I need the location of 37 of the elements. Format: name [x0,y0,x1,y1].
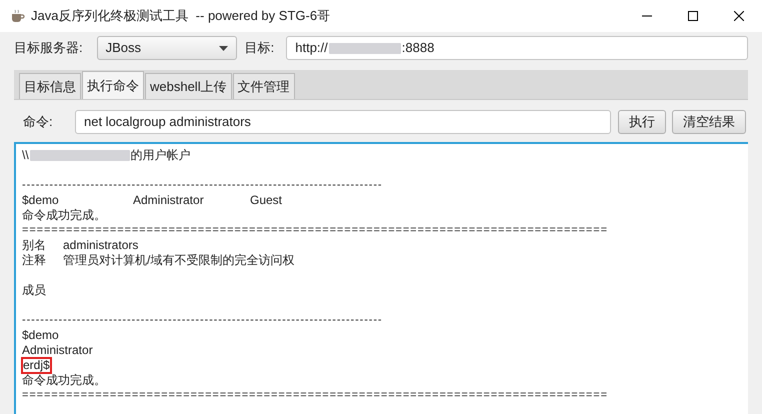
separator-line: ================================================================================ [22,223,608,238]
output-text: Administrator [22,343,93,358]
server-label: 目标服务器: [14,39,83,58]
separator-line: ================================================================================ [22,388,608,403]
output-text: 别名 [22,238,47,253]
output-text: Administrator [133,193,205,208]
action-button[interactable]: 执行 [618,110,666,134]
output-area[interactable] [14,142,748,414]
output-text: $demo [22,328,59,343]
separator-line: ------------------------------------------------------------------------------- [22,313,382,328]
output-text: 注释 [22,253,47,268]
output-text: $demo [22,193,60,208]
close-icon [734,11,744,21]
action-button[interactable]: 清空结果 [672,110,746,134]
tab[interactable]: 文件管理 [232,73,295,99]
tab[interactable]: 执行命令 [82,71,144,99]
command-field[interactable]: net localgroup administrators [75,110,611,134]
output-text: administrators [63,238,140,253]
coffee-cup-icon [9,8,25,24]
output-text: Guest [250,193,284,208]
output-text: 管理员对计算机/域有不受限制的完全访问权 [63,253,296,268]
separator-line: ------------------------------------------------------------------------------- [22,178,382,193]
output-text: 命令成功完成。 [22,208,106,223]
window-title: Java反序列化终极测试工具 -- powered by STG-6哥 [31,7,330,26]
highlighted-text: erdj$ [22,358,51,373]
server-dropdown[interactable]: JBoss [96,36,237,60]
target-field[interactable]: http:// :8888 [286,36,748,60]
output-text: 成员 [22,283,46,298]
target-label: 目标: [244,39,274,58]
tab[interactable]: 目标信息 [19,73,81,99]
command-label: 命令: [23,113,54,132]
output-text: 命令成功完成。 [22,373,106,388]
caret-icon [218,46,228,50]
output-text: \\ [22,148,29,163]
tab[interactable]: webshell上传 [145,73,232,99]
maximize-icon [688,11,698,21]
output-text: 的用户帐户 [130,148,191,163]
